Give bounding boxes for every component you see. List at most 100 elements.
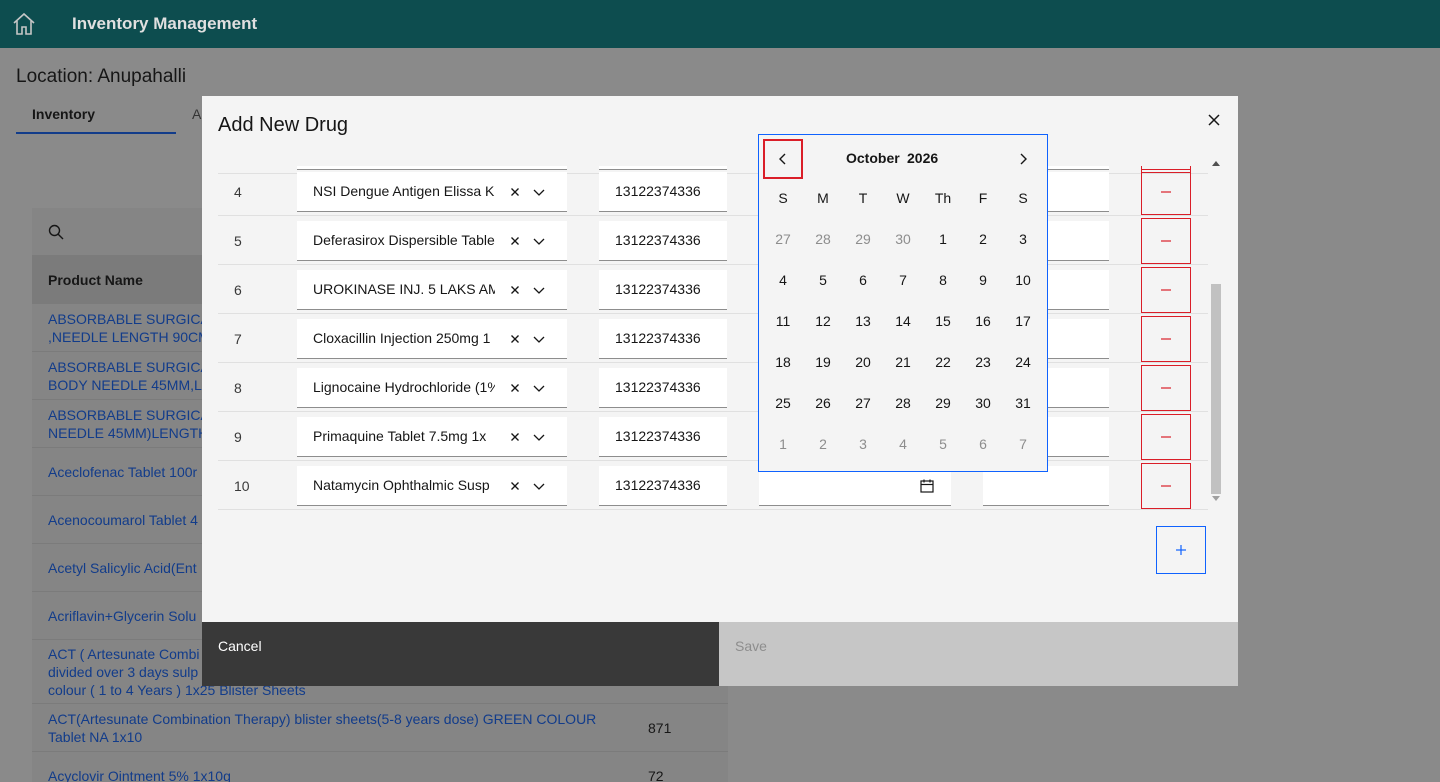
drug-combobox[interactable]: Deferasirox Dispersible Table bbox=[297, 221, 567, 261]
row-number: 8 bbox=[234, 380, 242, 396]
calendar-day[interactable]: 9 bbox=[963, 259, 1003, 300]
remove-row-button[interactable] bbox=[1141, 414, 1191, 460]
calendar-day[interactable]: 4 bbox=[763, 259, 803, 300]
drug-combobox[interactable]: UROKINASE INJ. 5 LAKS AMP bbox=[297, 270, 567, 310]
calendar-day[interactable]: 20 bbox=[843, 341, 883, 382]
drug-combobox[interactable]: Lignocaine Hydrochloride (1% bbox=[297, 368, 567, 408]
calendar-day[interactable]: 26 bbox=[803, 382, 843, 423]
calendar-day[interactable]: 27 bbox=[763, 218, 803, 259]
chevron-right-icon bbox=[1020, 153, 1027, 165]
clear-icon[interactable] bbox=[507, 380, 523, 396]
remove-row-button[interactable] bbox=[1141, 365, 1191, 411]
calendar-day[interactable]: 29 bbox=[923, 382, 963, 423]
batch-input[interactable]: 13122374336 bbox=[599, 417, 727, 457]
calendar-day[interactable]: 23 bbox=[963, 341, 1003, 382]
calendar-icon[interactable] bbox=[919, 478, 935, 494]
rows-scrollbar[interactable] bbox=[1210, 161, 1222, 510]
quantity-input[interactable] bbox=[983, 466, 1109, 506]
remove-row-button[interactable] bbox=[1141, 316, 1191, 362]
drug-combobox[interactable]: Natamycin Ophthalmic Susp bbox=[297, 466, 567, 506]
remove-row-button[interactable] bbox=[1141, 267, 1191, 313]
calendar-day[interactable]: 29 bbox=[843, 218, 883, 259]
calendar-day[interactable]: 15 bbox=[923, 300, 963, 341]
calendar-day[interactable]: 30 bbox=[963, 382, 1003, 423]
close-button[interactable] bbox=[1202, 108, 1226, 132]
save-button[interactable]: Save bbox=[719, 622, 1238, 686]
batch-input[interactable]: 13122374336 bbox=[599, 270, 727, 310]
calendar-day[interactable]: 19 bbox=[803, 341, 843, 382]
modal-footer: Cancel Save bbox=[202, 622, 1238, 686]
clear-icon[interactable] bbox=[507, 233, 523, 249]
next-month-button[interactable] bbox=[1003, 139, 1043, 179]
close-icon bbox=[1208, 114, 1220, 126]
calendar-day[interactable]: 28 bbox=[803, 218, 843, 259]
calendar-day[interactable]: 31 bbox=[1003, 382, 1043, 423]
drug-rows: 4 NSI Dengue Antigen Elissa K 13122374336 5… bbox=[218, 166, 1208, 510]
chevron-down-icon[interactable] bbox=[531, 380, 547, 396]
calendar-day[interactable]: 11 bbox=[763, 300, 803, 341]
batch-input[interactable]: 13122374336 bbox=[599, 466, 727, 506]
scrollbar-thumb[interactable] bbox=[1211, 284, 1221, 494]
remove-row-button[interactable] bbox=[1141, 463, 1191, 509]
calendar-day[interactable]: 22 bbox=[923, 341, 963, 382]
calendar-day[interactable]: 3 bbox=[843, 423, 883, 464]
chevron-down-icon[interactable] bbox=[531, 282, 547, 298]
drug-combobox[interactable]: Cloxacillin Injection 250mg 1 bbox=[297, 319, 567, 359]
chevron-down-icon[interactable] bbox=[531, 429, 547, 445]
calendar-day[interactable]: 17 bbox=[1003, 300, 1043, 341]
add-row-button[interactable] bbox=[1156, 526, 1206, 574]
calendar-day[interactable]: 13 bbox=[843, 300, 883, 341]
calendar-day[interactable]: 28 bbox=[883, 382, 923, 423]
calendar-day[interactable]: 1 bbox=[763, 423, 803, 464]
calendar-day[interactable]: 24 bbox=[1003, 341, 1043, 382]
weekday-label: M bbox=[817, 190, 829, 206]
scroll-down-icon[interactable] bbox=[1212, 496, 1220, 502]
calendar-day[interactable]: 4 bbox=[883, 423, 923, 464]
clear-icon[interactable] bbox=[507, 282, 523, 298]
clear-icon[interactable] bbox=[507, 478, 523, 494]
calendar-day[interactable]: 30 bbox=[883, 218, 923, 259]
calendar-day[interactable]: 7 bbox=[1003, 423, 1043, 464]
calendar-day[interactable]: 5 bbox=[803, 259, 843, 300]
remove-row-button[interactable] bbox=[1141, 169, 1191, 215]
calendar-day[interactable]: 6 bbox=[963, 423, 1003, 464]
calendar-day[interactable]: 5 bbox=[923, 423, 963, 464]
calendar-year[interactable]: 2026 bbox=[907, 150, 938, 166]
batch-input[interactable]: 13122374336 bbox=[599, 319, 727, 359]
calendar-day[interactable]: 1 bbox=[923, 218, 963, 259]
scroll-up-icon[interactable] bbox=[1212, 160, 1220, 166]
remove-row-button[interactable] bbox=[1141, 218, 1191, 264]
calendar-day[interactable]: 21 bbox=[883, 341, 923, 382]
calendar-day[interactable]: 12 bbox=[803, 300, 843, 341]
calendar-day[interactable]: 3 bbox=[1003, 218, 1043, 259]
cancel-button[interactable]: Cancel bbox=[202, 622, 719, 686]
drug-combobox[interactable]: Primaquine Tablet 7.5mg 1x bbox=[297, 417, 567, 457]
chevron-down-icon[interactable] bbox=[531, 331, 547, 347]
chevron-down-icon[interactable] bbox=[531, 478, 547, 494]
calendar-day[interactable]: 16 bbox=[963, 300, 1003, 341]
batch-input[interactable]: 13122374336 bbox=[599, 172, 727, 212]
batch-input[interactable]: 13122374336 bbox=[599, 368, 727, 408]
batch-input[interactable]: 13122374336 bbox=[599, 221, 727, 261]
calendar-day[interactable]: 8 bbox=[923, 259, 963, 300]
calendar-day[interactable]: 27 bbox=[843, 382, 883, 423]
clear-icon[interactable] bbox=[507, 429, 523, 445]
calendar-day[interactable]: 2 bbox=[963, 218, 1003, 259]
calendar-day[interactable]: 7 bbox=[883, 259, 923, 300]
chevron-down-icon[interactable] bbox=[531, 184, 547, 200]
calendar-day[interactable]: 14 bbox=[883, 300, 923, 341]
home-button[interactable] bbox=[0, 0, 48, 48]
calendar-day[interactable]: 2 bbox=[803, 423, 843, 464]
previous-month-button[interactable] bbox=[763, 139, 803, 179]
drug-combobox[interactable]: NSI Dengue Antigen Elissa K bbox=[297, 172, 567, 212]
calendar-day[interactable]: 18 bbox=[763, 341, 803, 382]
chevron-down-icon[interactable] bbox=[531, 233, 547, 249]
calendar-day[interactable]: 10 bbox=[1003, 259, 1043, 300]
calendar-week: 25 26 27 28 29 30 31 bbox=[763, 382, 1043, 423]
calendar-month[interactable]: October bbox=[846, 150, 900, 166]
clear-icon[interactable] bbox=[507, 331, 523, 347]
expiry-date-input[interactable] bbox=[759, 466, 951, 506]
calendar-day[interactable]: 25 bbox=[763, 382, 803, 423]
calendar-day[interactable]: 6 bbox=[843, 259, 883, 300]
clear-icon[interactable] bbox=[507, 184, 523, 200]
